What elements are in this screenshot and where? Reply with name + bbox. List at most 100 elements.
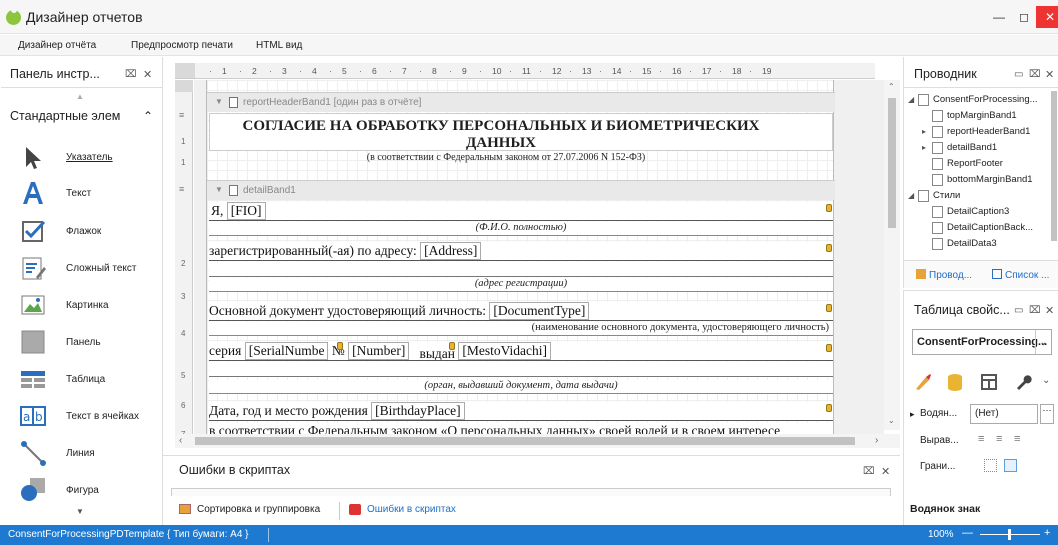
prop-watermark[interactable]: ▸ Водян... (Нет) ⋯	[904, 401, 1058, 427]
number-field[interactable]: [Number]	[348, 342, 410, 360]
address-field[interactable]: [Address]	[420, 242, 482, 260]
smart-tag-icon[interactable]	[826, 304, 832, 312]
prop-borders[interactable]: Грани...	[904, 455, 1058, 479]
tool-shape[interactable]: Фигура	[0, 473, 160, 510]
window-icon[interactable]: ▭	[1014, 305, 1023, 316]
border-none-icon[interactable]	[984, 459, 997, 472]
scroll-up-icon[interactable]: ⌃	[888, 82, 895, 91]
tab-sorting-grouping[interactable]: Сортировка и группировка	[179, 500, 369, 522]
align-right-icon[interactable]: ≡	[1014, 433, 1020, 445]
fio-field[interactable]: [FIO]	[226, 202, 266, 220]
collapse-icon[interactable]: ◢	[908, 95, 914, 104]
vertical-scrollbar[interactable]: ⌃ ⌄	[884, 80, 900, 430]
pin-icon[interactable]: ⌧	[863, 466, 875, 477]
tool-panel[interactable]: Панель	[0, 325, 160, 362]
scroll-left-icon[interactable]: ‹	[179, 435, 182, 446]
border-all-icon[interactable]	[1004, 459, 1017, 472]
report-header-band[interactable]: ▼ reportHeaderBand1 [один раз в отчёте]	[207, 92, 835, 112]
passport-row[interactable]: серия [SerialNumbe № [Number] выдан [Mes…	[209, 342, 833, 361]
close-panel-icon[interactable]: ✕	[881, 465, 890, 478]
expand-icon[interactable]: ▸	[910, 409, 915, 420]
smart-tag-icon[interactable]	[449, 342, 455, 350]
birth-row[interactable]: Дата, год и место рождения [BirthdayPlac…	[209, 402, 833, 421]
object-selector[interactable]: ConsentForProcessing... ⌄	[912, 329, 1052, 355]
collapse-band-icon[interactable]: ▼	[215, 185, 223, 194]
close-panel-icon[interactable]: ✕	[1045, 68, 1054, 81]
layout-icon[interactable]	[980, 373, 998, 391]
pin-icon[interactable]: ⌧	[1029, 305, 1041, 316]
close-button[interactable]: ✕	[1036, 6, 1058, 28]
tab-explorer[interactable]: Провод...	[916, 269, 972, 281]
close-panel-icon[interactable]: ✕	[1045, 304, 1054, 317]
scroll-down-icon[interactable]: ⌄	[888, 416, 895, 425]
tool-checkbox[interactable]: Флажок	[0, 214, 160, 251]
serial-number-field[interactable]: [SerialNumbe	[244, 342, 329, 360]
issued-by-field[interactable]: [MestoVidachi]	[458, 342, 552, 360]
tool-pointer[interactable]: Указатель	[0, 140, 160, 177]
brush-icon[interactable]	[914, 373, 932, 391]
minimize-button[interactable]: —	[985, 6, 1013, 28]
zoom-out-icon[interactable]: —	[962, 527, 973, 539]
tool-text[interactable]: Текст	[0, 177, 160, 214]
ellipsis-button[interactable]: ⋯	[1040, 404, 1054, 424]
title-label[interactable]: СОГЛАСИЕ НА ОБРАБОТКУ ПЕРСОНАЛЬНЫХ И БИО…	[209, 113, 833, 163]
document-row[interactable]: Основной документ удостоверяющий личност…	[209, 302, 833, 321]
document-type-field[interactable]: [DocumentType]	[489, 302, 590, 320]
tab-field-list[interactable]: Список ...	[992, 269, 1049, 281]
tab-script-errors[interactable]: Ошибки в скриптах	[349, 500, 489, 522]
chevron-down-icon[interactable]: ⌄	[1035, 330, 1051, 354]
tool-line[interactable]: Линия	[0, 436, 160, 473]
fio-row[interactable]: Я, [FIO]	[209, 202, 833, 221]
properties-title: Таблица свойс...	[914, 303, 1010, 317]
vertical-ruler: ≡ ≡ 11234567	[175, 80, 193, 448]
birthday-place-field[interactable]: [BirthdayPlace]	[371, 402, 465, 420]
tool-char-comb[interactable]: ab Текст в ячейках	[0, 399, 160, 436]
toolbox-section[interactable]: Стандартные элем	[10, 109, 120, 123]
ruler-dot: ·	[359, 66, 362, 76]
maximize-button[interactable]: ◻	[1010, 6, 1038, 28]
collapse-icon[interactable]: ◢	[908, 191, 914, 200]
smart-tag-icon[interactable]	[337, 342, 343, 350]
align-left-icon[interactable]: ≡	[978, 433, 984, 445]
detail-band[interactable]: ▼ detailBand1	[207, 180, 835, 200]
collapse-icon[interactable]: ⌃	[143, 109, 153, 123]
zoom-in-icon[interactable]: +	[1044, 527, 1050, 539]
scroll-thumb[interactable]	[888, 98, 896, 228]
horizontal-scrollbar[interactable]: ‹ ›	[175, 434, 900, 448]
menu-print-preview[interactable]: Предпросмотр печати	[131, 40, 233, 51]
pin-icon[interactable]: ⌧	[1029, 69, 1041, 80]
scroll-right-icon[interactable]: ›	[875, 435, 878, 446]
address-row[interactable]: зарегистрированный(-ая) по адресу: [Addr…	[209, 242, 833, 261]
band-handle-icon[interactable]: ≡	[179, 184, 184, 194]
smart-tag-icon[interactable]	[826, 204, 832, 212]
explorer-scroll-thumb[interactable]	[1051, 91, 1057, 241]
properties-toolbar: ⌄	[914, 369, 1054, 395]
tool-table[interactable]: Таблица	[0, 362, 160, 399]
tool-picture[interactable]: Картинка	[0, 288, 160, 325]
smart-tag-icon[interactable]	[826, 244, 832, 252]
smart-tag-icon[interactable]	[826, 344, 832, 352]
band-handle-icon[interactable]: ≡	[179, 110, 184, 120]
scroll-down-icon[interactable]: ▼	[76, 507, 84, 516]
h-scroll-thumb[interactable]	[195, 437, 855, 445]
wrench-icon[interactable]	[1014, 373, 1032, 391]
window-icon[interactable]: ▭	[1014, 69, 1023, 80]
expand-icon[interactable]: ▸	[922, 127, 926, 136]
data-icon[interactable]	[946, 373, 964, 391]
pin-icon[interactable]: ⌧	[125, 69, 137, 80]
more-icon[interactable]: ⌄	[1042, 375, 1050, 386]
close-panel-icon[interactable]: ✕	[143, 68, 152, 81]
collapse-band-icon[interactable]: ▼	[215, 97, 223, 106]
watermark-value[interactable]: (Нет)	[970, 404, 1038, 424]
zoom-slider-thumb[interactable]	[1008, 529, 1011, 540]
smart-tag-icon[interactable]	[826, 404, 832, 412]
menu-report-designer[interactable]: Дизайнер отчёта	[18, 40, 96, 51]
prop-alignment[interactable]: Вырав... ≡ ≡ ≡	[904, 429, 1058, 453]
expand-icon[interactable]: ▸	[922, 143, 926, 152]
design-surface[interactable]: ▼ reportHeaderBand1 [один раз в отчёте] …	[194, 80, 884, 448]
align-center-icon[interactable]: ≡	[996, 433, 1002, 445]
menu-html-view[interactable]: HTML вид	[256, 40, 302, 51]
scroll-up-icon[interactable]: ▲	[76, 92, 84, 101]
tool-rich-text[interactable]: Сложный текст	[0, 251, 160, 288]
svg-text:a: a	[23, 410, 30, 424]
